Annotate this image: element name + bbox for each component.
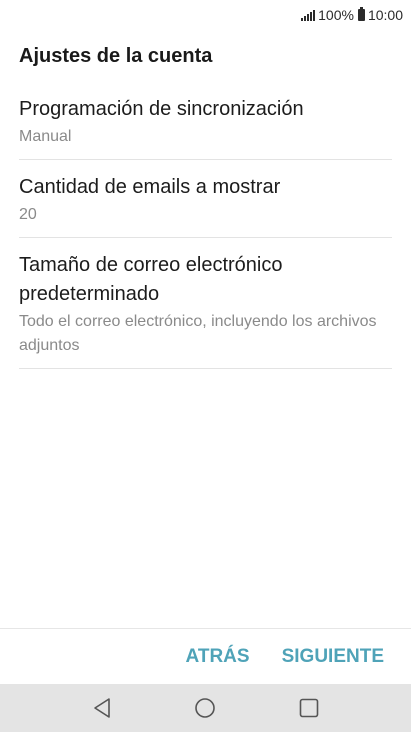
action-bar: ATRÁS SIGUIENTE: [0, 628, 411, 684]
signal-icon: [301, 9, 316, 21]
status-bar: 100% 10:00: [0, 0, 411, 30]
nav-recents-button[interactable]: [291, 690, 327, 726]
next-button[interactable]: SIGUIENTE: [282, 646, 384, 668]
app-header: Ajustes de la cuenta: [0, 30, 411, 82]
navigation-bar: [0, 684, 411, 732]
clock: 10:00: [367, 7, 403, 23]
setting-sync-schedule[interactable]: Programación de sincronización Manual: [19, 82, 392, 160]
nav-home-button[interactable]: [187, 690, 223, 726]
battery-icon: [357, 7, 365, 21]
setting-value: 20: [19, 206, 37, 223]
page-title: Ajustes de la cuenta: [19, 44, 213, 67]
setting-emails-to-show[interactable]: Cantidad de emails a mostrar 20: [19, 160, 392, 238]
setting-label: Tamaño de correo electrónico predetermin…: [19, 254, 283, 305]
setting-default-email-size[interactable]: Tamaño de correo electrónico predetermin…: [19, 238, 392, 369]
setting-label: Programación de sincronización: [19, 98, 304, 120]
settings-list: Programación de sincronización Manual Ca…: [19, 82, 392, 369]
circle-home-icon: [195, 698, 216, 718]
nav-back-button[interactable]: [84, 690, 120, 726]
back-button[interactable]: ATRÁS: [186, 646, 250, 668]
screen: 100% 10:00 Ajustes de la cuenta Programa…: [0, 0, 411, 732]
setting-value: Todo el correo electrónico, incluyendo l…: [19, 313, 377, 354]
setting-value: Manual: [19, 128, 72, 145]
triangle-back-icon: [94, 698, 110, 718]
battery-percentage: 100%: [318, 7, 354, 23]
setting-label: Cantidad de emails a mostrar: [19, 176, 281, 198]
square-recents-icon: [299, 698, 319, 718]
